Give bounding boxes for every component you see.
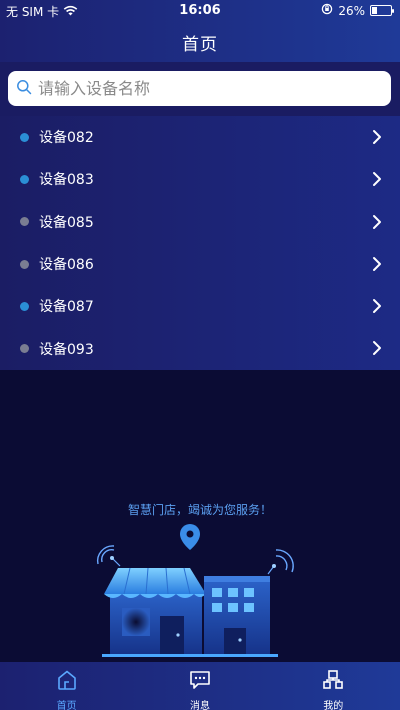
device-name: 设备082 bbox=[39, 130, 94, 147]
search-icon bbox=[16, 79, 32, 99]
tab-label: 首页 bbox=[56, 701, 77, 710]
device-row[interactable]: 设备093 bbox=[0, 327, 400, 369]
tab-home[interactable]: 首页 bbox=[0, 662, 133, 710]
status-dot bbox=[20, 217, 29, 227]
status-dot bbox=[20, 132, 29, 142]
device-name: 设备083 bbox=[39, 172, 94, 189]
tab-bar: 首页 消息 我的 bbox=[0, 662, 400, 710]
device-row[interactable]: 设备087 bbox=[0, 285, 400, 327]
location-pin-icon bbox=[180, 524, 200, 550]
chevron-right-icon bbox=[372, 298, 382, 318]
tab-profile[interactable]: 我的 bbox=[267, 662, 400, 710]
status-bar: 无 SIM 卡 16:06 26% bbox=[0, 0, 400, 20]
status-dot bbox=[20, 301, 29, 311]
tab-messages[interactable]: 消息 bbox=[133, 662, 266, 710]
device-row[interactable]: 设备085 bbox=[0, 201, 400, 243]
device-row[interactable]: 设备083 bbox=[0, 158, 400, 200]
store-illustration bbox=[90, 522, 300, 666]
status-dot bbox=[20, 344, 29, 354]
device-row[interactable]: 设备086 bbox=[0, 243, 400, 285]
battery-fill bbox=[372, 7, 377, 14]
device-name: 设备086 bbox=[39, 257, 94, 274]
chevron-right-icon bbox=[372, 129, 382, 149]
search-input[interactable] bbox=[38, 79, 368, 98]
status-right: 26% bbox=[321, 3, 394, 18]
top-bar: 无 SIM 卡 16:06 26% 首页 bbox=[0, 0, 400, 62]
battery-icon bbox=[370, 5, 394, 16]
home-icon bbox=[56, 669, 78, 695]
message-icon bbox=[189, 669, 211, 695]
device-name: 设备085 bbox=[39, 214, 94, 231]
hero-section: 智慧门店，竭诚为您服务！ bbox=[0, 370, 400, 662]
search-bar[interactable] bbox=[8, 71, 391, 106]
battery-percent: 26% bbox=[338, 3, 365, 18]
page-title: 首页 bbox=[182, 35, 218, 55]
device-row[interactable]: 设备082 bbox=[0, 116, 400, 158]
chevron-right-icon bbox=[372, 171, 382, 191]
tab-label: 消息 bbox=[189, 701, 210, 710]
slogan-text: 智慧门店，竭诚为您服务！ bbox=[127, 503, 272, 517]
chevron-right-icon bbox=[372, 340, 382, 360]
device-list: 设备082 设备083 设备085 设备086 设备087 设备093 bbox=[0, 116, 400, 370]
device-name: 设备093 bbox=[39, 341, 94, 358]
chevron-right-icon bbox=[372, 214, 382, 234]
device-name: 设备087 bbox=[39, 299, 94, 316]
profile-icon bbox=[322, 669, 344, 695]
status-dot bbox=[20, 174, 29, 184]
orientation-lock-icon bbox=[321, 3, 333, 18]
status-dot bbox=[20, 259, 29, 269]
chevron-right-icon bbox=[372, 256, 382, 276]
search-section bbox=[0, 62, 400, 116]
tab-label: 我的 bbox=[323, 701, 344, 710]
